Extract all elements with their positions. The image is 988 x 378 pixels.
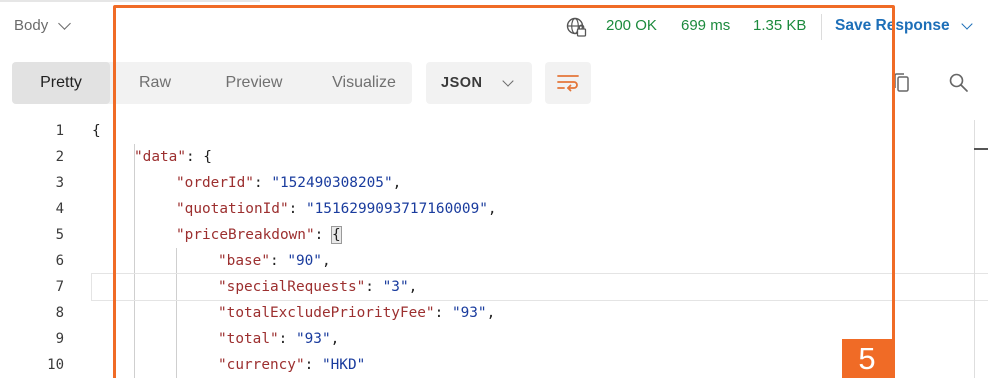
save-response-label: Save Response [835, 17, 950, 34]
line-number: 9 [55, 331, 64, 347]
line-number: 7 [55, 279, 64, 295]
json-key: "priceBreakdown" [176, 227, 315, 243]
tab-raw[interactable]: Raw [120, 62, 190, 104]
chevron-down-icon [58, 16, 72, 30]
code-line: { [92, 118, 966, 144]
line-number: 4 [55, 201, 64, 217]
code-line-active: "specialRequests": "3", [91, 273, 988, 301]
code-line: "base": "90", [218, 253, 331, 269]
response-size: 1.35 KB [753, 17, 807, 34]
view-mode-tabs: Pretty Raw Preview Visualize [12, 62, 412, 104]
line-number: 6 [55, 253, 64, 269]
line-number: 3 [55, 175, 64, 191]
line-number: 5 [55, 227, 64, 243]
tab-visualize[interactable]: Visualize [316, 62, 412, 104]
json-punct: { [92, 123, 101, 139]
json-key: "total" [218, 331, 279, 347]
copy-icon[interactable] [892, 72, 912, 94]
json-punct: , [487, 201, 497, 217]
json-code: { "data": { "orderId": "152490308205", "… [91, 118, 988, 378]
response-header-bar: Body 200 OK 699 ms 1.35 KB Save Response [0, 8, 988, 44]
status-code: 200 OK [606, 17, 657, 34]
json-punct: , [392, 175, 402, 191]
json-string: "3" [382, 279, 409, 295]
json-punct: , [486, 305, 496, 321]
tab-preview[interactable]: Preview [202, 62, 306, 104]
format-select[interactable]: JSON [426, 62, 532, 104]
tab-pretty[interactable]: Pretty [12, 62, 110, 104]
json-punct: , [330, 331, 340, 347]
code-line: "currency": "HKD" [218, 357, 366, 373]
json-key: "currency" [218, 357, 305, 373]
word-wrap-icon [557, 75, 579, 92]
code-line: "totalExcludePriorityFee": "93", [218, 305, 496, 321]
line-number: 1 [55, 123, 64, 139]
chevron-down-icon [502, 75, 514, 87]
top-divider [0, 0, 260, 2]
response-body-editor[interactable]: 1 2 3 4 5 6 7 8 9 10 { "data": { "orderI… [0, 118, 988, 378]
body-tab[interactable]: Body [14, 16, 72, 34]
line-number-gutter: 1 2 3 4 5 6 7 8 9 10 [0, 118, 80, 378]
header-divider [821, 14, 822, 40]
code-line: "quotationId": "1516299093717160009", [176, 201, 497, 217]
vertical-scrollbar[interactable] [974, 120, 975, 378]
save-response-button[interactable]: Save Response [835, 17, 973, 35]
code-line: "total": "93", [218, 331, 340, 347]
json-key: "data" [134, 149, 186, 165]
line-number: 10 [47, 357, 64, 373]
json-key: "quotationId" [176, 201, 289, 217]
json-key: "specialRequests" [218, 279, 366, 295]
json-punct: : [314, 227, 332, 243]
json-punct: , [408, 279, 418, 295]
json-key: "base" [218, 253, 270, 269]
json-string: "93" [295, 331, 331, 347]
json-string: "152490308205" [271, 175, 393, 191]
code-line: "orderId": "152490308205", [176, 175, 402, 191]
json-punct: , [321, 253, 331, 269]
json-string: "90" [287, 253, 322, 269]
globe-icon[interactable] [565, 16, 587, 38]
json-string: "1516299093717160009" [305, 201, 488, 217]
json-string: "93" [451, 305, 487, 321]
line-number: 8 [55, 305, 64, 321]
json-string: "HKD" [321, 357, 366, 373]
response-time: 699 ms [681, 17, 731, 34]
code-line: "priceBreakdown": { [92, 222, 966, 248]
format-select-value: JSON [441, 75, 483, 91]
chevron-down-icon [960, 17, 973, 30]
word-wrap-button[interactable] [545, 62, 591, 104]
line-number: 2 [55, 149, 64, 165]
annotation-badge: 5 [842, 339, 892, 378]
code-line: "data": { [92, 144, 966, 170]
bracket-match-highlight: { [330, 226, 342, 244]
json-key: "totalExcludePriorityFee" [218, 305, 435, 321]
search-icon[interactable] [948, 72, 970, 94]
json-key: "orderId" [176, 175, 254, 191]
body-tab-label: Body [14, 17, 49, 34]
json-punct: : { [185, 149, 212, 165]
scrollbar-thumb[interactable] [974, 148, 988, 150]
